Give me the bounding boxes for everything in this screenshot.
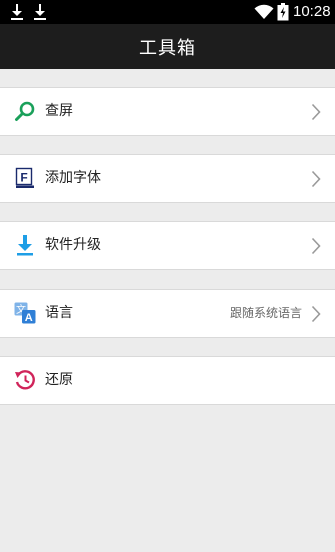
menu-item-label: 还原 [45,372,73,388]
menu-item-label: 软件升级 [45,237,101,253]
menu-item-check-screen[interactable]: 查屏 [0,87,335,136]
chevron-right-icon [311,305,321,323]
menu-item-restore[interactable]: 还原 [0,356,335,405]
chevron-right-icon [311,170,321,188]
clock: 10:28 [293,3,331,20]
battery-icon [277,3,289,21]
menu-item-add-font[interactable]: F 添加字体 [0,154,335,203]
menu-item-label: 添加字体 [45,170,101,186]
download-icon [11,4,23,20]
status-bar: 10:28 [0,0,335,24]
menu-item-language[interactable]: 文 A 语言 跟随系统语言 [0,289,335,338]
menu-item-label: 语言 [45,305,73,321]
menu-item-software-upgrade[interactable]: 软件升级 [0,221,335,270]
restore-icon [15,370,35,390]
page-title: 工具箱 [139,37,196,59]
svg-text:A: A [25,312,33,324]
language-value: 跟随系统语言 [229,306,302,320]
menu-item-label: 查屏 [45,103,73,119]
svg-text:F: F [20,171,27,185]
download-icon [34,4,46,20]
font-icon: F [15,167,34,188]
chevron-right-icon [311,103,321,121]
download-arrow-icon [17,235,33,256]
wifi-icon [254,4,274,19]
title-bar: 工具箱 [0,24,335,69]
search-icon [15,101,35,121]
chevron-right-icon [311,237,321,255]
translate-icon: 文 A [14,302,36,324]
